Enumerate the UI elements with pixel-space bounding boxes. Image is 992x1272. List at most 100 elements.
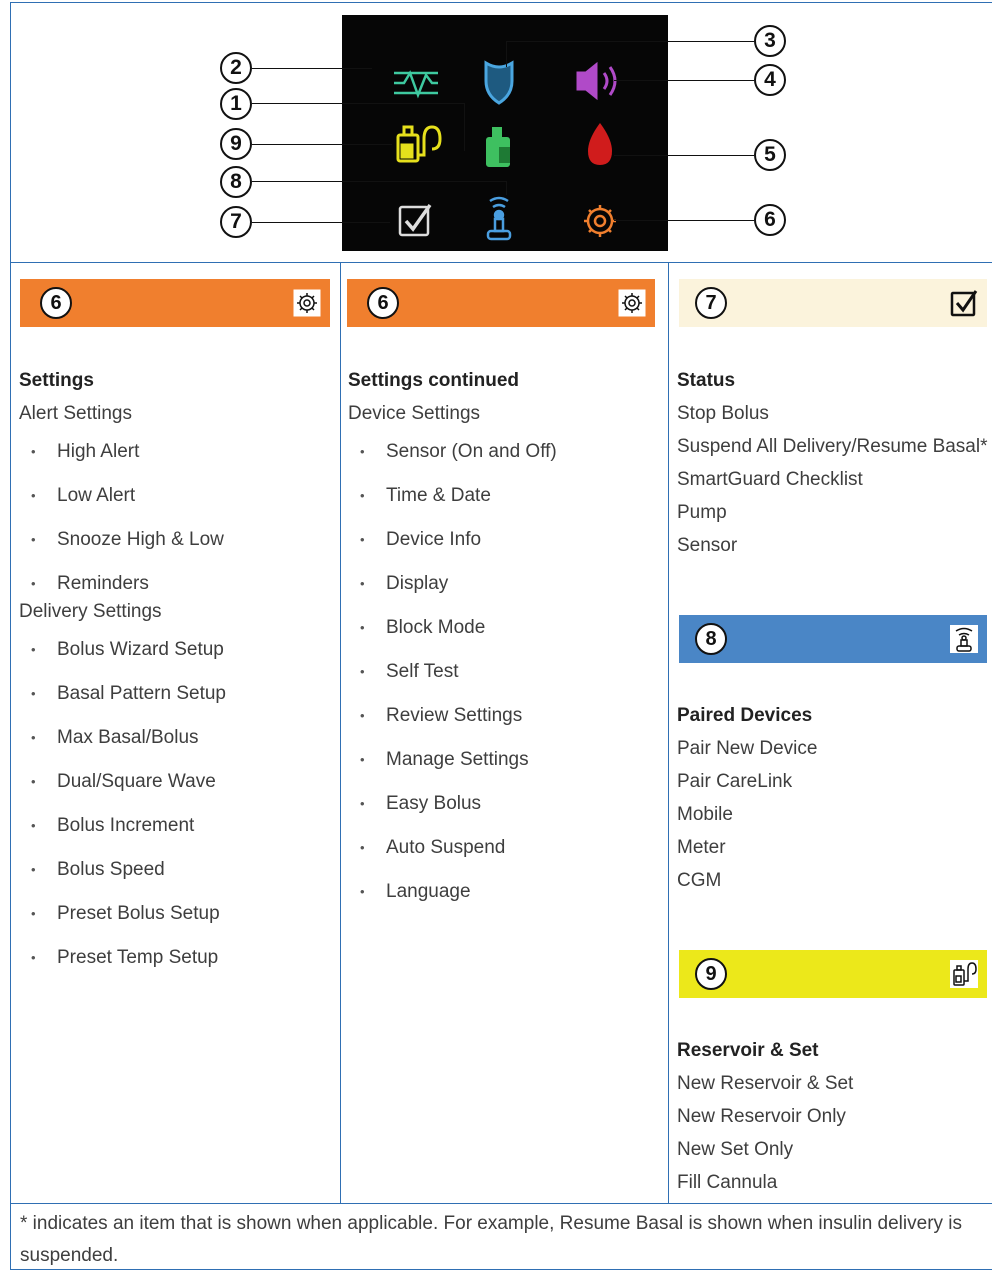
list-item: Block Mode bbox=[348, 606, 666, 650]
reservoir-set-badge: 9 bbox=[695, 958, 727, 990]
alert-settings-list: High Alert Low Alert Snooze High & Low R… bbox=[19, 430, 339, 606]
leader-line-6 bbox=[614, 220, 754, 221]
callout-6: 6 bbox=[754, 204, 786, 236]
list-item: Self Test bbox=[348, 650, 666, 694]
list-item: Pair CareLink bbox=[677, 771, 793, 792]
callout-7: 7 bbox=[220, 206, 252, 238]
list-item: Fill Cannula bbox=[677, 1172, 778, 1193]
callout-8: 8 bbox=[220, 166, 252, 198]
callout-5: 5 bbox=[754, 139, 786, 171]
list-item: Preset Bolus Setup bbox=[19, 892, 339, 936]
status-section: Status Stop Bolus Suspend All Delivery/R… bbox=[677, 364, 992, 562]
list-item: Review Settings bbox=[348, 694, 666, 738]
divider bbox=[668, 262, 669, 1203]
list-item: Sensor (On and Off) bbox=[348, 430, 666, 474]
reservoir-set-section: Reservoir & Set New Reservoir & Set New … bbox=[677, 1034, 992, 1199]
list-item: SmartGuard Checklist bbox=[677, 469, 863, 490]
device-settings-list: Sensor (On and Off) Time & Date Device I… bbox=[348, 430, 666, 914]
leader-line-7 bbox=[252, 222, 390, 223]
list-item: New Set Only bbox=[677, 1139, 794, 1160]
leader-line-8 bbox=[506, 181, 507, 195]
list-item: Snooze High & Low bbox=[19, 518, 339, 562]
status-badge: 7 bbox=[695, 287, 727, 319]
leader-line-8 bbox=[252, 181, 506, 182]
status-checkbox-icon bbox=[950, 290, 978, 317]
bolus-drop-icon bbox=[588, 123, 612, 165]
list-item: New Reservoir & Set bbox=[677, 1073, 854, 1094]
list-item: Bolus Increment bbox=[19, 804, 339, 848]
divider bbox=[10, 262, 992, 263]
reservoir-set-header: 9 bbox=[679, 950, 987, 998]
callout-4: 4 bbox=[754, 64, 786, 96]
settings-gear-icon bbox=[584, 205, 616, 237]
leader-line-4 bbox=[614, 80, 754, 81]
callout-1: 1 bbox=[220, 88, 252, 120]
paired-devices-section: Paired Devices Pair New Device Pair Care… bbox=[677, 699, 992, 897]
settings-continued-header: 6 bbox=[347, 279, 655, 327]
paired-devices-icon bbox=[950, 625, 978, 653]
paired-devices-badge: 8 bbox=[695, 623, 727, 655]
settings-header: 6 bbox=[20, 279, 330, 327]
divider bbox=[10, 1203, 992, 1204]
list-item: Auto Suspend bbox=[348, 826, 666, 870]
leader-line-3 bbox=[506, 41, 754, 42]
leader-line-3 bbox=[506, 41, 507, 67]
leader-line-1 bbox=[252, 103, 464, 104]
list-item: New Reservoir Only bbox=[677, 1106, 846, 1127]
list-item: Device Info bbox=[348, 518, 666, 562]
reservoir-set-title: Reservoir & Set bbox=[677, 1040, 819, 1061]
smartguard-shield-icon bbox=[484, 60, 514, 105]
status-checkbox-icon bbox=[398, 203, 432, 237]
callout-3: 3 bbox=[754, 25, 786, 57]
list-item: CGM bbox=[677, 870, 722, 891]
leader-line-9 bbox=[252, 144, 392, 145]
reservoir-and-set-icon bbox=[396, 125, 442, 163]
alert-settings-label: Alert Settings bbox=[19, 403, 132, 424]
list-item: Pump bbox=[677, 502, 727, 523]
reservoir-icon bbox=[486, 127, 510, 167]
list-item: Dual/Square Wave bbox=[19, 760, 339, 804]
sensor-graph-icon bbox=[394, 70, 438, 99]
status-header: 7 bbox=[679, 279, 987, 327]
callout-2: 2 bbox=[220, 52, 252, 84]
reservoir-and-set-icon bbox=[950, 960, 978, 988]
list-item: Easy Bolus bbox=[348, 782, 666, 826]
list-item: Display bbox=[348, 562, 666, 606]
list-item: Stop Bolus bbox=[677, 403, 769, 424]
divider bbox=[340, 262, 341, 1203]
footnote: * indicates an item that is shown when a… bbox=[20, 1213, 963, 1266]
settings-continued-title: Settings continued bbox=[348, 370, 519, 391]
settings-badge: 6 bbox=[40, 287, 72, 319]
status-title: Status bbox=[677, 370, 736, 391]
leader-line-5 bbox=[614, 155, 754, 156]
list-item: Mobile bbox=[677, 804, 733, 825]
list-item: Time & Date bbox=[348, 474, 666, 518]
list-item: Bolus Speed bbox=[19, 848, 339, 892]
leader-line-2 bbox=[252, 68, 372, 69]
list-item: Low Alert bbox=[19, 474, 339, 518]
settings-title: Settings bbox=[19, 370, 94, 391]
settings-continued-badge: 6 bbox=[367, 287, 399, 319]
list-item: Manage Settings bbox=[348, 738, 666, 782]
device-settings-label: Device Settings bbox=[348, 403, 481, 424]
settings-gear-icon bbox=[617, 288, 647, 318]
list-item: Language bbox=[348, 870, 666, 914]
paired-devices-icon bbox=[486, 196, 512, 241]
list-item: Reminders bbox=[19, 562, 339, 606]
list-item: High Alert bbox=[19, 430, 339, 474]
list-item: Sensor bbox=[677, 535, 738, 556]
delivery-settings-list: Bolus Wizard Setup Basal Pattern Setup M… bbox=[19, 628, 339, 980]
audio-speaker-icon bbox=[576, 61, 617, 101]
pump-menu-screen bbox=[342, 15, 668, 251]
list-item: Basal Pattern Setup bbox=[19, 672, 339, 716]
list-item: Max Basal/Bolus bbox=[19, 716, 339, 760]
list-item: Pair New Device bbox=[677, 738, 818, 759]
list-item: Bolus Wizard Setup bbox=[19, 628, 339, 672]
leader-line-1 bbox=[464, 103, 465, 151]
settings-continued-column: Settings continued Device Settings Senso… bbox=[348, 364, 666, 914]
settings-gear-icon bbox=[292, 288, 322, 318]
list-item: Meter bbox=[677, 837, 726, 858]
list-item: Suspend All Delivery/Resume Basal* bbox=[677, 436, 988, 457]
settings-column: Settings Alert Settings High Alert Low A… bbox=[19, 364, 339, 980]
list-item: Preset Temp Setup bbox=[19, 936, 339, 980]
